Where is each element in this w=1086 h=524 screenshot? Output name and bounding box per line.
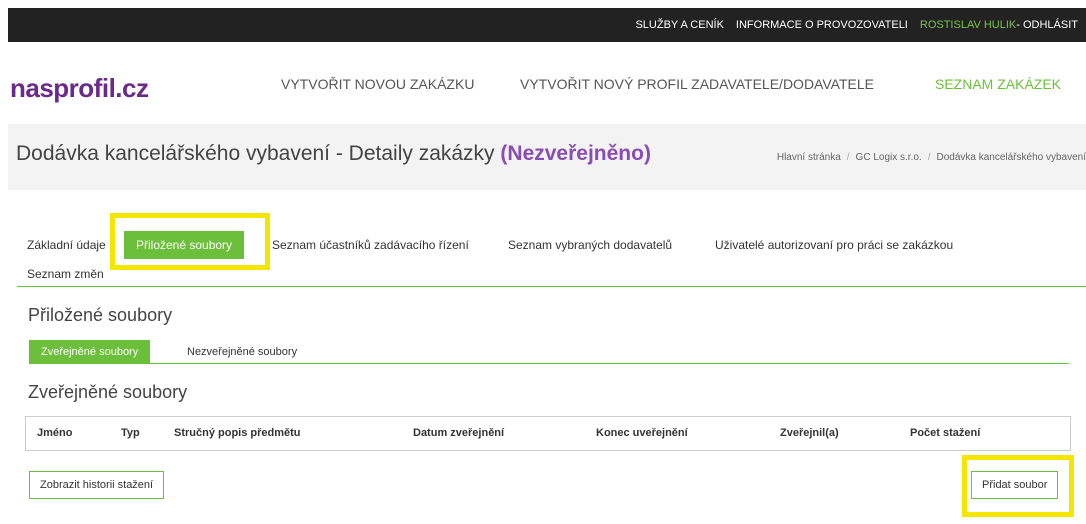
logo[interactable]: nasprofil.cz: [10, 73, 149, 104]
breadcrumb: Hlavní stránka / GC Logix s.r.o. / Dodávka k…: [776, 152, 1086, 163]
top-links: SLUŽBY A CENÍK INFORMACE O PROVOZOVATELI…: [623, 8, 1078, 42]
breadcrumb-company[interactable]: GC Logix s.r.o.: [856, 152, 922, 163]
published-files-heading: Zveřejněné soubory: [28, 382, 188, 402]
file-subtabs: Zveřejněné soubory Nezveřejněné soubory: [29, 340, 1069, 364]
nav-new-profile[interactable]: VYTVOŘIT NOVÝ PROFIL ZADAVATELE/DODAVATE…: [520, 76, 874, 92]
download-history-button[interactable]: Zobrazit historii stažení: [29, 471, 165, 499]
column-header-download-count[interactable]: Počet stažení: [910, 427, 980, 439]
add-file-button[interactable]: Přidat soubor: [971, 471, 1059, 499]
tab-basic-info[interactable]: Základní údaje: [27, 238, 106, 252]
tab-authorized-users[interactable]: Uživatelé autorizovaní pro práci se zaká…: [715, 238, 953, 252]
title-bar: Dodávka kancelářského vybavení - Detaily…: [8, 124, 1086, 190]
status-label: (Nezveřejněno): [500, 142, 651, 165]
attached-files-heading: Přiložené soubory: [28, 305, 173, 325]
page-title: Dodávka kancelářského vybavení - Detaily…: [16, 142, 651, 166]
column-header-published-by[interactable]: Zveřejnil(a): [780, 427, 839, 439]
operator-info-link[interactable]: INFORMACE O PROVOZOVATELI: [736, 19, 908, 31]
tab-attached-files[interactable]: Přiložené soubory: [124, 231, 245, 259]
nav-new-order[interactable]: VYTVOŘIT NOVOU ZAKÁZKU: [281, 76, 474, 92]
nav-order-list[interactable]: SEZNAM ZAKÁZEK: [935, 76, 1061, 92]
column-header-published-date[interactable]: Datum zveřejnění: [413, 427, 504, 439]
column-header-end-date[interactable]: Konec uveřejnění: [596, 427, 688, 439]
page-title-main: Dodávka kancelářského vybavení - Detaily…: [16, 142, 501, 165]
breadcrumb-current: Dodávka kancelářského vybavení: [936, 152, 1086, 163]
files-table-header: Jméno Typ Stručný popis předmětu Datum z…: [25, 416, 1071, 451]
subtab-unpublished[interactable]: Nezveřejněné soubory: [175, 340, 309, 364]
tab-selected-suppliers[interactable]: Seznam vybraných dodavatelů: [508, 238, 672, 252]
column-header-description[interactable]: Stručný popis předmětu: [174, 427, 301, 439]
column-header-name[interactable]: Jméno: [37, 427, 72, 439]
services-link[interactable]: SLUŽBY A CENÍK: [635, 19, 723, 31]
main-navbar: nasprofil.cz VYTVOŘIT NOVOU ZAKÁZKU VYTV…: [8, 42, 1086, 124]
top-bar: SLUŽBY A CENÍK INFORMACE O PROVOZOVATELI…: [8, 8, 1086, 42]
logo-tld: .cz: [115, 73, 149, 103]
tab-participants[interactable]: Seznam účastníků zadávacího řízení: [272, 238, 469, 252]
breadcrumb-home[interactable]: Hlavní stránka: [777, 152, 841, 163]
column-header-type[interactable]: Typ: [121, 427, 140, 439]
logo-name: nasprofil: [10, 73, 116, 103]
subtab-published[interactable]: Zveřejněné soubory: [29, 340, 151, 364]
tab-changes[interactable]: Seznam změn: [27, 267, 104, 281]
logout-link[interactable]: - ODHLÁSIT: [1016, 19, 1078, 31]
user-name-link[interactable]: ROSTISLAV HULIK: [920, 19, 1016, 31]
detail-tabs: Základní údaje Přiložené soubory Seznam …: [17, 225, 1086, 287]
